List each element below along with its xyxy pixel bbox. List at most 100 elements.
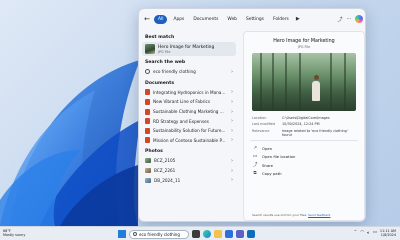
- chevron-up-icon[interactable]: ⌃: [354, 230, 358, 235]
- volume-icon[interactable]: 🔈︎: [367, 230, 370, 236]
- open-file-location-action[interactable]: ▭ Open file location: [244, 152, 364, 160]
- document-title: New Vibrant Line of Fabrics: [153, 99, 211, 105]
- image-thumbnail: [145, 44, 155, 54]
- outlook-icon[interactable]: [247, 230, 255, 238]
- document-title: RD Strategy and Expenses: [153, 118, 209, 124]
- web-search-item[interactable]: eco friendly clothing ›: [142, 67, 236, 77]
- action-label: Share: [262, 162, 273, 168]
- send-feedback-link[interactable]: Send feedback: [308, 213, 330, 217]
- web-heading: Search the web: [145, 60, 186, 65]
- share-action[interactable]: ⤴ Share: [244, 161, 364, 169]
- clock[interactable]: 11:11 AM 1/8/2024: [380, 229, 396, 238]
- clock-date: 1/8/2024: [380, 232, 396, 237]
- document-title: Sustainable Clothing Marketing ...: [153, 109, 224, 115]
- task-view-icon[interactable]: [192, 230, 200, 238]
- detail-value: C:\Users\DigitalCore\Images: [282, 116, 330, 120]
- more-icon[interactable]: ⋯: [346, 16, 352, 22]
- chevron-right-icon[interactable]: ›: [231, 177, 233, 183]
- powerpoint-icon: [145, 98, 150, 105]
- bamboo-trunk: [260, 53, 262, 111]
- wifi-icon[interactable]: ◠: [360, 230, 364, 235]
- detail-key: Last modified: [252, 122, 275, 127]
- detail-key: Location: [252, 116, 267, 120]
- chevron-right-icon[interactable]: ›: [231, 69, 233, 75]
- open-icon: ↗: [253, 145, 257, 151]
- battery-icon[interactable]: ▭: [373, 230, 377, 235]
- copy-path-action[interactable]: ⧉ Copy path: [244, 169, 364, 177]
- share-icon: ⤴: [252, 163, 258, 169]
- store-icon[interactable]: [225, 230, 233, 238]
- chevron-right-icon[interactable]: ›: [231, 128, 233, 134]
- taskbar-search-box[interactable]: eco friendly clothing: [129, 229, 189, 239]
- detail-value: 10/30/2024, 12:24 PM: [282, 122, 320, 127]
- taskbar-center: eco friendly clothing: [118, 229, 255, 239]
- web-query: eco friendly clothing: [153, 69, 196, 75]
- play-icon[interactable]: ▶: [295, 16, 301, 22]
- weather-widget[interactable]: 68°F Mostly sunny: [3, 229, 25, 238]
- photo-thumbnail: [145, 168, 151, 174]
- bamboo-trunk: [344, 53, 346, 111]
- chevron-right-icon[interactable]: ›: [231, 118, 233, 124]
- detail-modified: Last modified 10/30/2024, 12:24 PM: [252, 122, 356, 126]
- chevron-right-icon[interactable]: ›: [231, 158, 233, 164]
- detail-key: Relevance: [252, 128, 270, 133]
- photo-title: BCZ_2105: [154, 158, 176, 164]
- best-match-type: JPG File: [158, 49, 171, 54]
- documents-heading: Documents: [145, 80, 175, 86]
- edge-icon[interactable]: [203, 230, 211, 238]
- preview-type: JPG File: [297, 45, 311, 49]
- person-figure: [312, 75, 320, 101]
- divider: [250, 140, 358, 142]
- best-match-heading: Best match: [145, 35, 175, 40]
- file-details: Location C:\Users\DigitalCore\Images Las…: [252, 116, 356, 137]
- photo-item[interactable]: DB_2024_11 ›: [142, 175, 236, 185]
- windows-start-icon[interactable]: [118, 230, 126, 238]
- chevron-right-icon[interactable]: ›: [231, 137, 233, 143]
- document-item[interactable]: New Vibrant Line of Fabrics ›: [142, 97, 236, 107]
- chevron-right-icon[interactable]: ›: [231, 89, 233, 95]
- file-explorer-icon[interactable]: [214, 230, 222, 238]
- photo-item[interactable]: BCZ_2105 ›: [142, 156, 236, 166]
- powerpoint-icon: [145, 118, 150, 125]
- bamboo-trunk: [285, 53, 287, 111]
- preview-title: Hero Image for Marketing: [273, 39, 335, 44]
- best-match-text: Hero Image for Marketing JPG File: [158, 45, 214, 54]
- document-item[interactable]: Integrating Hydroponics in Mana... ›: [142, 88, 236, 98]
- folder-icon: ▭: [252, 154, 258, 160]
- document-item[interactable]: Sustainable Clothing Marketing ... ›: [142, 107, 236, 117]
- teams-icon[interactable]: [236, 230, 244, 238]
- action-label: Copy path: [262, 170, 282, 176]
- footer-text: Search results use AI from your files.: [252, 213, 308, 217]
- filter-apps[interactable]: Apps: [170, 15, 187, 24]
- best-match-item[interactable]: Hero Image for Marketing JPG File: [142, 42, 236, 56]
- search-icon: [133, 232, 137, 236]
- copilot-icon[interactable]: [355, 15, 363, 23]
- filter-folders[interactable]: Folders: [270, 15, 292, 24]
- share-icon[interactable]: ⤴: [337, 16, 343, 23]
- open-action[interactable]: ↗ Open: [244, 144, 364, 152]
- powerpoint-icon: [145, 89, 150, 96]
- bamboo-trunk: [299, 53, 301, 111]
- chevron-right-icon[interactable]: ›: [231, 168, 233, 174]
- bamboo-trunk: [272, 53, 274, 111]
- filter-all[interactable]: All: [154, 14, 168, 24]
- filter-bar: ← All Apps Documents Web Settings Folder…: [139, 9, 365, 29]
- action-label: Open file location: [262, 154, 296, 160]
- weather-condition: Mostly sunny: [3, 232, 26, 237]
- person-head: [313, 75, 319, 80]
- document-item[interactable]: RD Strategy and Expenses ›: [142, 116, 236, 126]
- chevron-right-icon[interactable]: ›: [231, 109, 233, 115]
- document-item[interactable]: Mission of Contoso Sustainable P... ›: [142, 136, 236, 146]
- back-arrow-icon[interactable]: ←: [143, 15, 151, 23]
- photo-title: DB_2024_11: [154, 177, 181, 183]
- document-item[interactable]: Sustainability Solution for Future... ›: [142, 126, 236, 136]
- preview-image[interactable]: [252, 53, 356, 111]
- photo-item[interactable]: BCZ_2261 ›: [142, 166, 236, 176]
- bamboo-trunk: [330, 53, 332, 111]
- filter-documents[interactable]: Documents: [190, 15, 221, 24]
- chevron-right-icon[interactable]: ›: [231, 99, 233, 105]
- filter-web[interactable]: Web: [224, 15, 240, 24]
- photos-heading: Photos: [145, 149, 163, 155]
- filter-settings[interactable]: Settings: [243, 15, 267, 24]
- search-flyout: ← All Apps Documents Web Settings Folder…: [138, 8, 366, 222]
